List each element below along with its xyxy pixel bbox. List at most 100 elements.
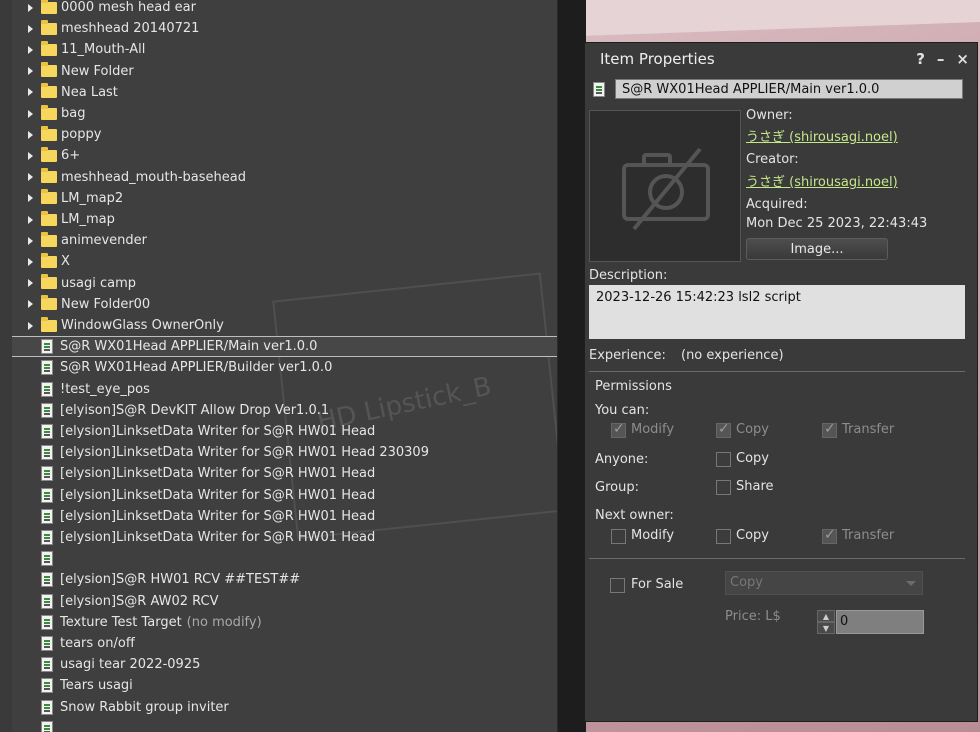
script-item-row[interactable]: S@R WX01Head APPLIER/Builder ver1.0.0 — [12, 357, 557, 378]
script-icon — [41, 381, 53, 397]
next-owner-modify-checkbox[interactable] — [611, 529, 626, 544]
expand-arrow-icon[interactable] — [28, 109, 33, 118]
expand-arrow-icon[interactable] — [28, 257, 33, 266]
folder-label: bag — [61, 106, 86, 121]
script-item-row[interactable] — [12, 718, 557, 732]
price-spinner[interactable]: ▲ ▼ — [817, 610, 835, 634]
creator-label: Creator: — [746, 152, 799, 167]
expand-arrow-icon[interactable] — [28, 88, 33, 97]
folder-icon — [41, 0, 57, 14]
folder-row[interactable]: New Folder — [12, 61, 557, 82]
script-icon — [41, 445, 53, 461]
acquired-date: Mon Dec 25 2023, 22:43:43 — [746, 216, 928, 231]
script-icon — [41, 424, 53, 439]
script-item-row[interactable]: tears on/off — [12, 633, 557, 654]
folder-row[interactable]: meshhead 20140721 — [12, 18, 557, 39]
folder-label: LM_map — [61, 212, 115, 227]
script-item-row[interactable] — [12, 548, 557, 569]
floater-title: Item Properties — [600, 50, 715, 68]
item-label: Tears usagi — [60, 678, 133, 694]
script-item-row[interactable]: [elysion]LinksetData Writer for S@R HW01… — [12, 421, 557, 442]
expand-arrow-icon[interactable] — [28, 173, 33, 182]
folder-row[interactable]: New Folder00 — [12, 294, 557, 315]
expand-arrow-icon[interactable] — [28, 215, 33, 224]
for-sale-checkbox[interactable] — [610, 578, 625, 593]
expand-arrow-icon[interactable] — [28, 130, 33, 139]
folder-row[interactable]: X — [12, 251, 557, 272]
expand-arrow-icon[interactable] — [28, 236, 33, 245]
next-owner-copy-checkbox[interactable] — [716, 529, 731, 544]
owner-link[interactable]: うさぎ (shirousagi.noel) — [746, 126, 898, 145]
script-item-row[interactable]: [elysion]LinksetData Writer for S@R HW01… — [12, 527, 557, 548]
folder-row[interactable]: LM_map2 — [12, 188, 557, 209]
folder-row[interactable]: Nea Last — [12, 82, 557, 103]
script-item-row[interactable]: [elyison]S@R DevKIT Allow Drop Ver1.0.1 — [12, 400, 557, 421]
script-item-row[interactable]: Snow Rabbit group inviter — [12, 697, 557, 718]
script-item-row[interactable]: [elysion]S@R AW02 RCV — [12, 591, 557, 612]
folder-row[interactable]: 6+ — [12, 145, 557, 166]
folder-row[interactable]: meshhead_mouth-basehead — [12, 167, 557, 188]
close-button[interactable]: × — [956, 50, 969, 68]
expand-arrow-icon[interactable] — [28, 67, 33, 76]
expand-arrow-icon[interactable] — [28, 24, 33, 33]
you-can-transfer-label: Transfer — [842, 422, 895, 437]
folder-icon — [41, 146, 57, 162]
script-item-row[interactable]: [elysion]LinksetData Writer for S@R HW01… — [12, 463, 557, 484]
script-item-row[interactable]: [elysion]LinksetData Writer for S@R HW01… — [12, 506, 557, 527]
script-item-row[interactable]: [elysion]LinksetData Writer for S@R HW01… — [12, 442, 557, 463]
group-share-checkbox[interactable] — [716, 480, 731, 495]
expand-arrow-icon[interactable] — [28, 300, 33, 309]
script-item-row[interactable]: !test_eye_pos — [12, 379, 557, 400]
folder-icon — [41, 125, 57, 141]
titlebar[interactable]: Item Properties ? – × — [585, 43, 977, 75]
script-icon — [41, 614, 53, 630]
description-field[interactable]: 2023-12-26 15:42:23 lsl2 script — [589, 285, 965, 339]
folder-row[interactable]: bag — [12, 103, 557, 124]
folder-row[interactable]: animevender — [12, 230, 557, 251]
script-item-row[interactable]: Tears usagi — [12, 675, 557, 696]
folder-icon — [41, 274, 57, 290]
expand-arrow-icon[interactable] — [28, 3, 33, 12]
you-can-modify-label: Modify — [631, 422, 675, 437]
help-button[interactable]: ? — [916, 50, 925, 68]
expand-arrow-icon[interactable] — [28, 321, 33, 330]
expand-arrow-icon[interactable] — [28, 279, 33, 288]
item-label: S@R WX01Head APPLIER/Builder ver1.0.0 — [60, 360, 333, 376]
folder-row[interactable]: usagi camp — [12, 273, 557, 294]
script-item-row[interactable]: [elysion]LinksetData Writer for S@R HW01… — [12, 485, 557, 506]
script-icon — [41, 339, 53, 355]
price-input[interactable]: 0 — [836, 610, 924, 634]
folder-label: usagi camp — [61, 275, 137, 291]
folder-row[interactable]: 0000 mesh head ear — [12, 0, 557, 18]
script-item-row[interactable]: S@R WX01Head APPLIER/Main ver1.0.0 — [12, 336, 557, 358]
item-name-field[interactable]: S@R WX01Head APPLIER/Main ver1.0.0 — [615, 79, 963, 99]
folder-row[interactable]: 11_Mouth-All — [12, 39, 557, 60]
script-icon — [41, 636, 53, 651]
item-label: [elysion]LinksetData Writer for S@R HW01… — [60, 424, 376, 439]
script-item-row[interactable]: [elysion]S@R HW01 RCV ##TEST## — [12, 569, 557, 590]
folder-row[interactable]: WindowGlass OwnerOnly — [12, 315, 557, 336]
folder-row[interactable]: poppy — [12, 124, 557, 145]
sale-type-dropdown[interactable]: Copy — [725, 571, 923, 595]
next-owner-transfer-label: Transfer — [842, 528, 895, 543]
for-sale-label: For Sale — [631, 577, 684, 592]
folder-row[interactable]: LM_map — [12, 209, 557, 230]
image-button[interactable]: Image... — [746, 238, 888, 260]
expand-arrow-icon[interactable] — [28, 194, 33, 203]
creator-link[interactable]: うさぎ (shirousagi.noel) — [746, 171, 898, 190]
anyone-copy-checkbox[interactable] — [716, 452, 731, 467]
item-label: [elysion]S@R HW01 RCV ##TEST## — [60, 572, 301, 588]
folder-icon — [41, 83, 57, 99]
increment-arrow-icon[interactable]: ▲ — [817, 610, 835, 622]
expand-arrow-icon[interactable] — [28, 45, 33, 54]
minimize-button[interactable]: – — [937, 50, 945, 68]
next-owner-transfer-checkbox — [822, 527, 837, 544]
separator — [589, 371, 965, 372]
expand-arrow-icon[interactable] — [28, 151, 33, 160]
script-item-row[interactable]: Texture Test Target (no modify) — [12, 612, 557, 633]
owner-label: Owner: — [746, 108, 793, 123]
decrement-arrow-icon[interactable]: ▼ — [817, 622, 835, 634]
script-item-row[interactable]: usagi tear 2022-0925 — [12, 654, 557, 675]
anyone-copy-label: Copy — [736, 451, 769, 466]
folder-icon — [41, 252, 57, 268]
